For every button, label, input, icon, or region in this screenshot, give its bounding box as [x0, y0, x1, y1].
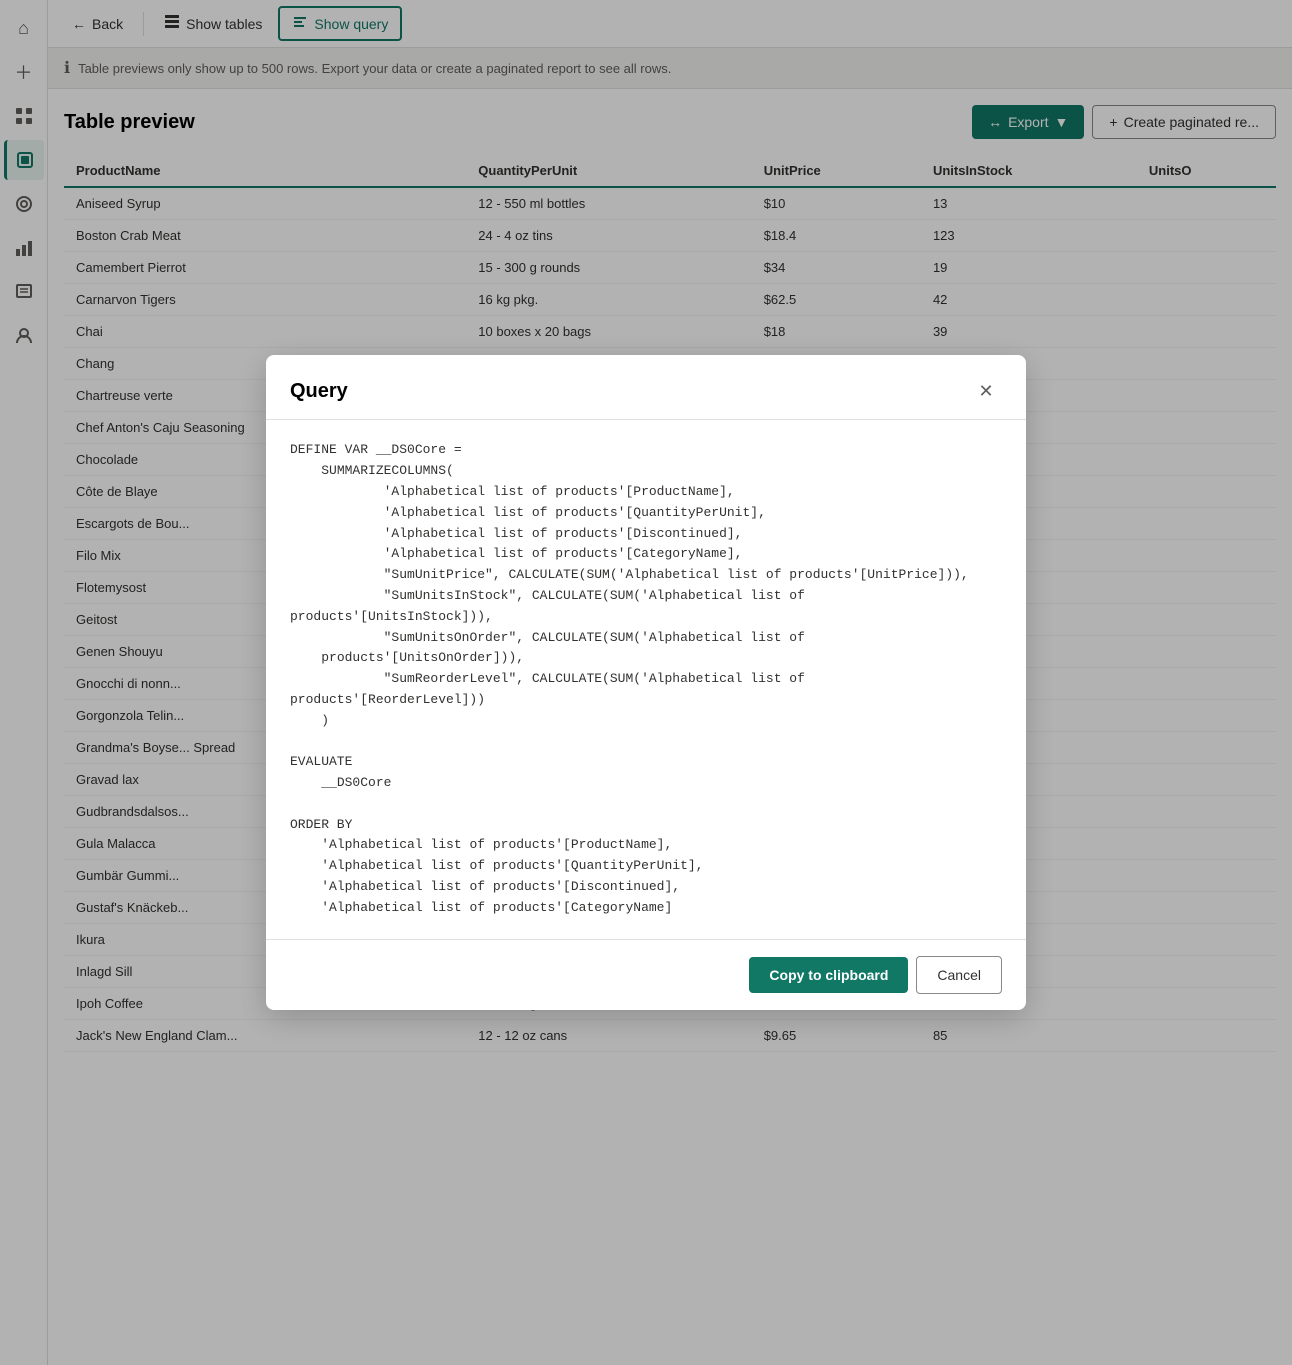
modal-header: Query ✕ [266, 355, 1026, 420]
modal-close-button[interactable]: ✕ [970, 375, 1002, 407]
query-modal: Query ✕ DEFINE VAR __DS0Core = SUMMARIZE… [266, 355, 1026, 1009]
modal-title: Query [290, 380, 348, 403]
modal-footer: Copy to clipboard Cancel [266, 939, 1026, 1010]
copy-to-clipboard-button[interactable]: Copy to clipboard [749, 957, 908, 993]
cancel-button[interactable]: Cancel [916, 956, 1002, 994]
modal-overlay[interactable]: Query ✕ DEFINE VAR __DS0Core = SUMMARIZE… [0, 0, 1292, 1365]
modal-body: DEFINE VAR __DS0Core = SUMMARIZECOLUMNS(… [266, 420, 1026, 938]
